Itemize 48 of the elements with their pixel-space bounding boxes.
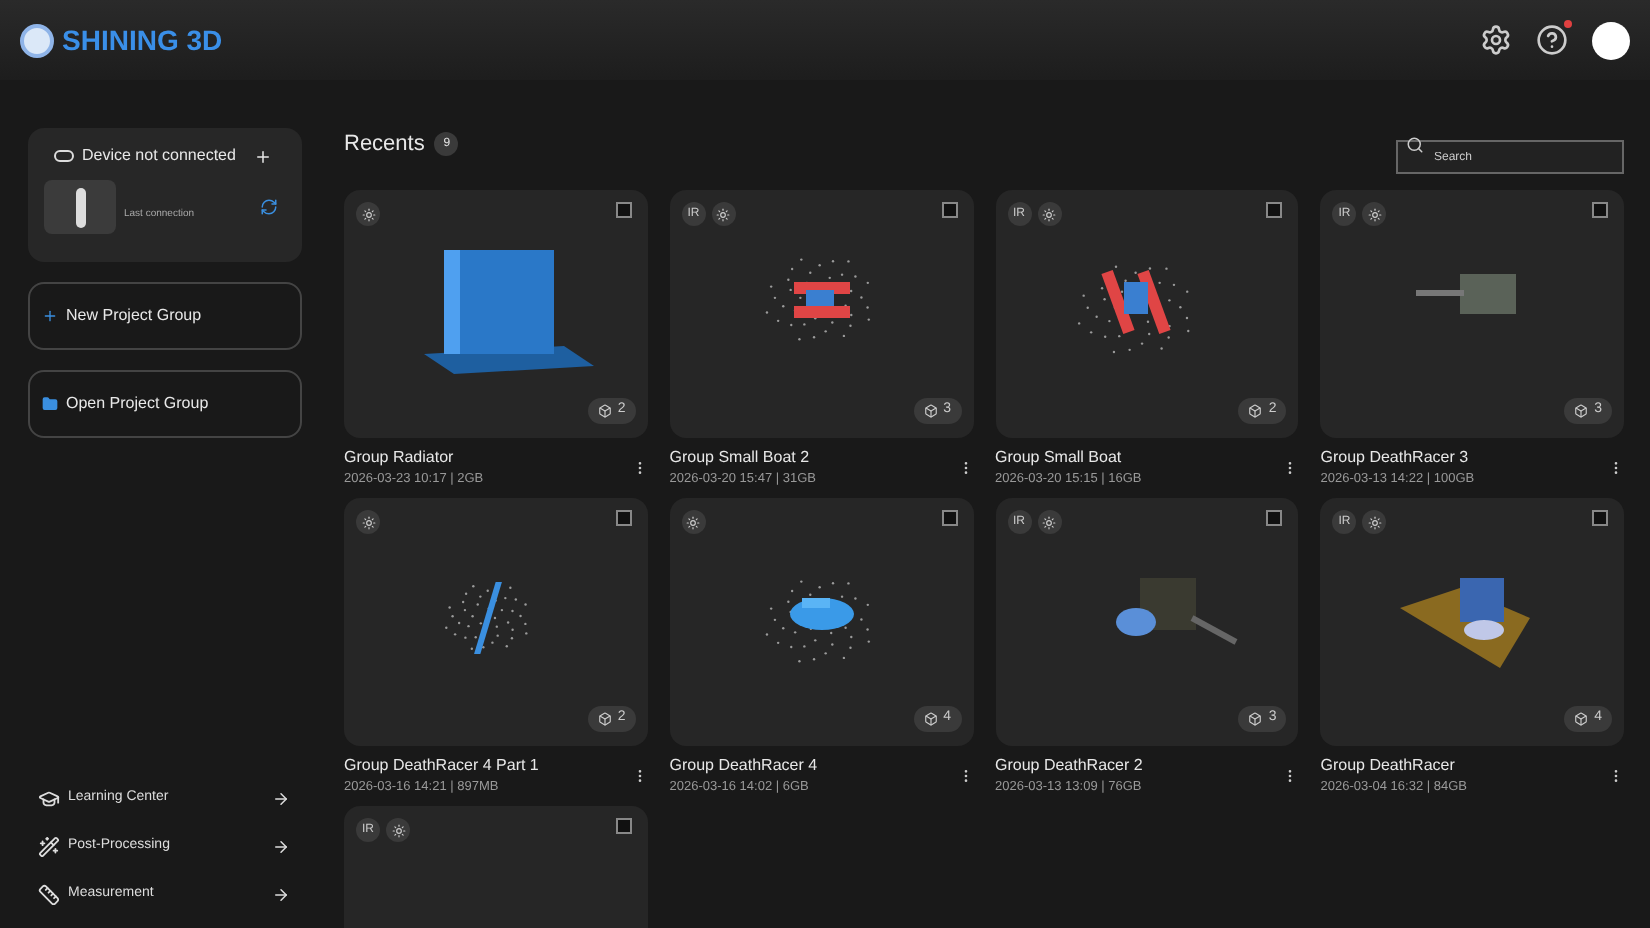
project-name[interactable]: Group DeathRacer 4 Part 1 <box>344 754 539 778</box>
project-group-button[interactable]: New Project Group <box>28 282 302 350</box>
project-name[interactable]: Group Small Boat 2 <box>669 446 816 470</box>
select-checkbox[interactable] <box>615 202 632 218</box>
recents-title: Recents <box>344 129 425 160</box>
arrow-right-icon <box>272 885 290 903</box>
settings-icon[interactable] <box>1480 24 1512 56</box>
plus-icon <box>42 308 58 324</box>
search-icon <box>1406 135 1424 153</box>
arrow-right-icon <box>272 837 290 855</box>
help-icon[interactable] <box>1536 24 1568 56</box>
select-checkbox[interactable] <box>941 510 957 526</box>
project-name[interactable]: Group DeathRacer 3 <box>1320 446 1475 470</box>
scan-mode-icon <box>1362 202 1387 226</box>
scan-mode-icon <box>681 510 706 534</box>
project-name[interactable]: Group Radiator <box>344 446 484 470</box>
scanner-thumbnail <box>44 180 116 234</box>
project-name[interactable]: Group DeathRacer 2 <box>995 754 1143 778</box>
select-checkbox[interactable] <box>1592 202 1608 218</box>
scan-mode-icon <box>1037 202 1061 226</box>
select-checkbox[interactable] <box>941 202 957 218</box>
scan-mode-icon <box>1037 510 1061 534</box>
refresh-icon[interactable] <box>260 198 278 216</box>
folder-icon <box>42 396 58 412</box>
select-checkbox[interactable] <box>1592 510 1608 526</box>
add-icon[interactable] <box>253 147 272 165</box>
wand-icon <box>38 835 60 857</box>
select-checkbox[interactable] <box>615 818 632 834</box>
device-status: Device not connected <box>82 144 236 168</box>
arrow-right-icon <box>272 789 290 807</box>
link-icon <box>54 150 74 162</box>
graduation-cap-icon <box>38 787 60 809</box>
scan-mode-icon <box>356 202 380 226</box>
project-group-button[interactable]: Open Project Group <box>28 370 302 438</box>
scan-mode-icon <box>356 510 380 534</box>
select-checkbox[interactable] <box>1266 510 1283 526</box>
scan-mode-icon <box>386 818 410 842</box>
ruler-icon <box>38 883 60 905</box>
logo-icon <box>20 23 54 57</box>
scan-mode-icon <box>1362 510 1387 534</box>
project-name[interactable]: Group DeathRacer <box>1320 754 1467 778</box>
scan-mode-icon <box>711 202 736 226</box>
select-checkbox[interactable] <box>1266 202 1283 218</box>
project-name[interactable]: Group Small Boat <box>995 446 1142 470</box>
brand-name: SHINING 3D <box>62 21 223 59</box>
select-checkbox[interactable] <box>615 510 632 526</box>
project-name[interactable]: Group DeathRacer 4 <box>669 754 818 778</box>
user-avatar[interactable] <box>1592 21 1630 59</box>
